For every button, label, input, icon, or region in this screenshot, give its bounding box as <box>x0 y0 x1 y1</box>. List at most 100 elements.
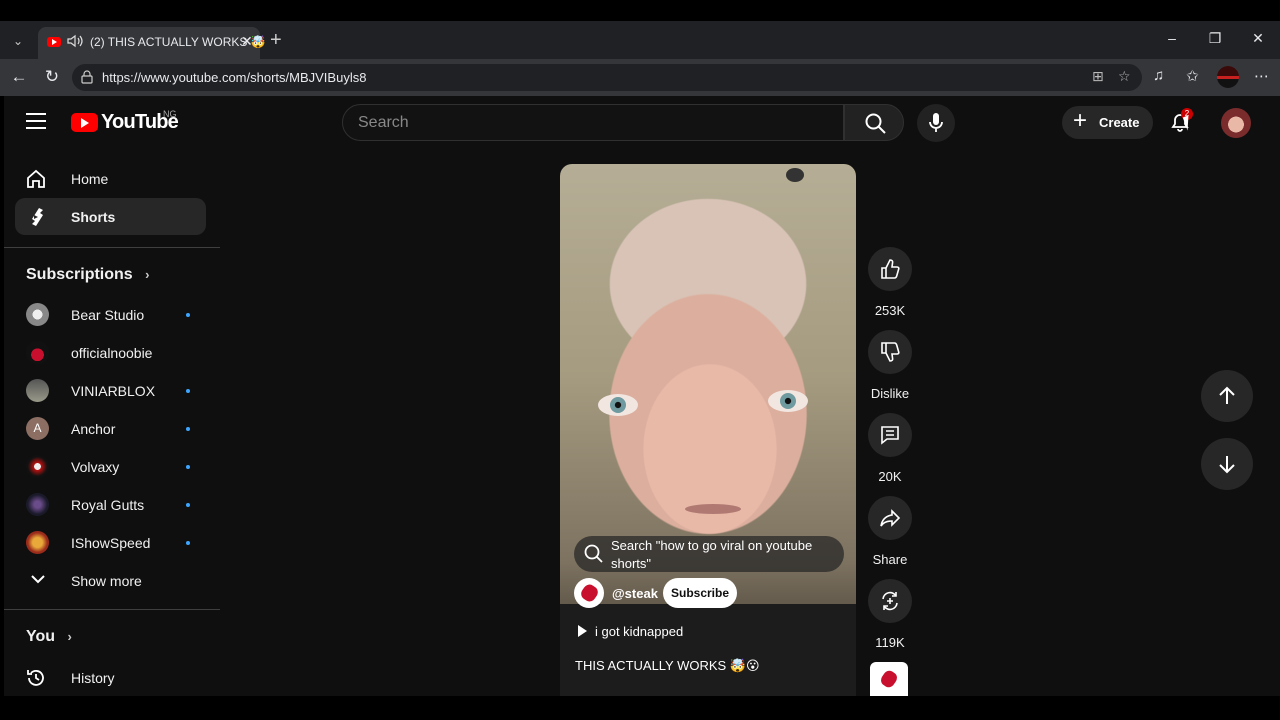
favorites-icon[interactable]: ✩ <box>1186 67 1199 85</box>
subscription-label: Royal Gutts <box>71 497 145 513</box>
new-content-dot <box>186 503 190 507</box>
region-code: NG <box>163 109 177 119</box>
divider <box>4 609 220 610</box>
search-suggestion-text: Search "how to go viral on youtube short… <box>611 538 813 571</box>
home-icon <box>27 169 45 188</box>
tab-list-icon[interactable]: ⌄ <box>6 30 30 52</box>
remix-icon <box>882 591 898 611</box>
share-label: Share <box>872 552 908 567</box>
search-input[interactable] <box>358 114 828 132</box>
you-heading-label: You <box>26 628 56 645</box>
short-video-player[interactable]: Search "how to go viral on youtube short… <box>560 164 856 696</box>
new-content-dot <box>186 389 190 393</box>
next-short-button[interactable] <box>1201 438 1253 490</box>
like-button[interactable]: 253K <box>866 247 914 318</box>
speaker-icon[interactable] <box>67 34 83 51</box>
create-button[interactable]: + Create <box>1062 106 1153 139</box>
site-info-icon[interactable] <box>81 70 93 84</box>
star-icon[interactable]: ☆ <box>1118 68 1131 85</box>
subscriptions-heading[interactable]: Subscriptions › <box>26 266 149 284</box>
subscription-item[interactable]: A Anchor <box>15 410 206 447</box>
camera-icon <box>786 168 804 182</box>
comment-icon <box>881 426 899 445</box>
channel-avatar[interactable] <box>574 578 604 608</box>
search-suggestion-chip[interactable]: Search "how to go viral on youtube short… <box>574 536 844 572</box>
channel-avatar <box>26 493 49 516</box>
subscription-item[interactable]: Volvaxy <box>15 448 206 485</box>
subscription-label: officialnoobie <box>71 345 153 361</box>
create-label: Create <box>1099 115 1140 130</box>
channel-handle[interactable]: @steak <box>612 586 658 601</box>
browser-profile-avatar[interactable] <box>1217 66 1239 88</box>
minimize-icon[interactable]: – <box>1162 30 1182 46</box>
youtube-play-icon <box>71 113 98 132</box>
subscription-item[interactable]: officialnoobie <box>15 334 206 371</box>
mic-icon <box>929 113 943 132</box>
page-scrollbar[interactable] <box>1276 96 1280 696</box>
show-more-button[interactable]: Show more <box>15 562 206 599</box>
subscription-item[interactable]: Bear Studio <box>15 296 206 333</box>
subscriptions-heading-label: Subscriptions <box>26 266 133 283</box>
voice-search-button[interactable] <box>917 104 955 142</box>
address-bar: ← ↻ https://www.youtube.com/shorts/MBJVI… <box>0 59 1280 96</box>
subscription-item[interactable]: IShowSpeed <box>15 524 206 561</box>
thumbs-down-icon <box>881 342 900 362</box>
short-title: THIS ACTUALLY WORKS 🤯😮 <box>575 658 760 673</box>
video-frame-mouth <box>685 504 741 514</box>
search-button[interactable] <box>844 104 904 141</box>
search-box <box>342 104 844 141</box>
share-button[interactable]: Share <box>866 496 914 567</box>
subscription-item[interactable]: Royal Gutts <box>15 486 206 523</box>
subscription-item[interactable]: VINIARBLOX <box>15 372 206 409</box>
video-frame-eye <box>598 394 638 416</box>
youtube-page: YouTube NG + Create 2 Home Shorts Subscr… <box>4 96 1276 696</box>
back-icon[interactable]: ← <box>8 67 30 87</box>
letterbox-top <box>0 0 1280 21</box>
close-icon[interactable]: ✕ <box>241 33 253 50</box>
subscription-label: Bear Studio <box>71 307 145 323</box>
channel-avatar: A <box>26 417 49 440</box>
search-icon <box>584 544 603 563</box>
plus-icon[interactable]: + <box>270 29 282 51</box>
subscription-label: Volvaxy <box>71 459 120 475</box>
chevron-right-icon: › <box>145 267 150 282</box>
you-heading[interactable]: You › <box>26 628 72 646</box>
subscription-label: VINIARBLOX <box>71 383 156 399</box>
sidebar-item-history[interactable]: History <box>15 659 206 696</box>
search-icon <box>865 113 886 134</box>
history-icon <box>27 670 44 686</box>
new-content-dot <box>186 465 190 469</box>
subscribe-button[interactable]: Subscribe <box>663 578 737 608</box>
letterbox-bottom <box>0 696 1280 720</box>
remix-button[interactable]: 119K <box>866 579 914 650</box>
shorts-icon <box>32 208 43 226</box>
youtube-favicon <box>47 37 61 47</box>
arrow-down-icon <box>1219 456 1235 474</box>
new-content-dot <box>186 541 190 545</box>
divider <box>4 247 220 248</box>
sidebar: Home Shorts Subscriptions › Bear Studio … <box>4 152 220 696</box>
dislike-button[interactable]: Dislike <box>866 330 914 401</box>
close-window-icon[interactable]: ✕ <box>1248 30 1268 47</box>
comments-button[interactable]: 20K <box>866 413 914 484</box>
more-icon[interactable]: ⋯ <box>1254 67 1269 85</box>
comment-count: 20K <box>878 469 902 484</box>
previous-short-button[interactable] <box>1201 370 1253 422</box>
menu-icon[interactable] <box>26 113 46 129</box>
sidebar-item-shorts[interactable]: Shorts <box>15 198 206 235</box>
account-avatar[interactable] <box>1221 108 1251 138</box>
chevron-down-icon <box>31 575 45 584</box>
reload-icon[interactable]: ↻ <box>41 67 63 87</box>
url-field[interactable]: https://www.youtube.com/shorts/MBJVIBuyl… <box>72 64 1142 91</box>
channel-avatar <box>26 379 49 402</box>
sound-title: i got kidnapped <box>595 624 684 639</box>
app-available-icon[interactable]: ⊞ <box>1092 68 1104 85</box>
media-icon[interactable]: ♫ <box>1153 67 1164 84</box>
sound-pivot-thumbnail[interactable] <box>870 662 908 696</box>
browser-tab[interactable]: (2) THIS ACTUALLY WORKS 🤯 ✕ <box>38 27 266 59</box>
sound-link[interactable]: i got kidnapped <box>578 624 683 639</box>
sidebar-item-home[interactable]: Home <box>15 160 206 197</box>
thumbs-up-icon <box>881 259 900 279</box>
restore-icon[interactable]: ❐ <box>1205 30 1225 47</box>
subscription-label: Anchor <box>71 421 116 437</box>
